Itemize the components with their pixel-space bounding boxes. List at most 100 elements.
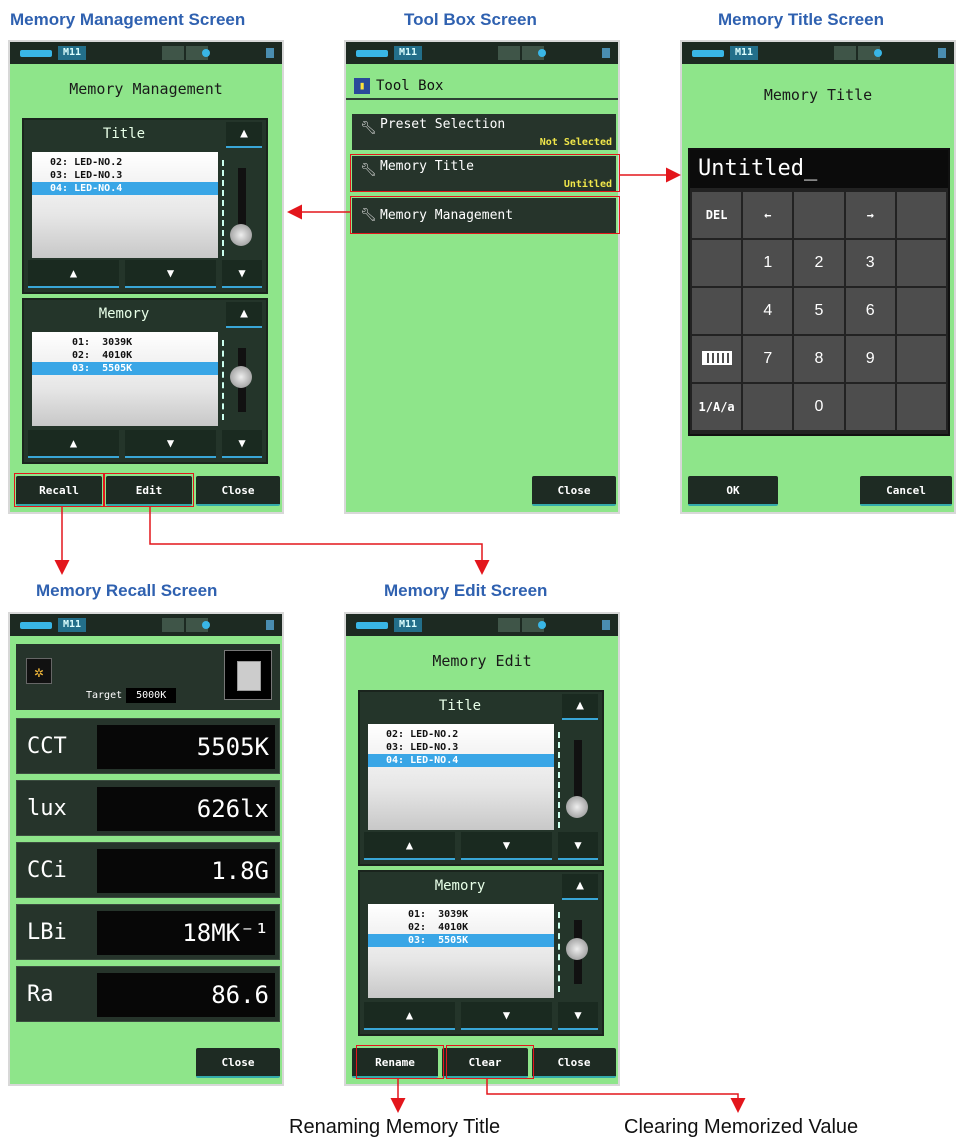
key-blank[interactable] xyxy=(692,240,742,286)
memory-indicator: M11 xyxy=(394,46,422,60)
screen-title: Memory Title xyxy=(763,86,873,104)
memory-indicator: M11 xyxy=(58,46,86,60)
scroll-top-button[interactable]: ▲ xyxy=(226,122,262,148)
up-button[interactable]: ▲ xyxy=(28,430,119,458)
down-button[interactable]: ▼ xyxy=(125,260,216,288)
list-item-selected[interactable]: 03: 5505K xyxy=(32,362,218,375)
close-button[interactable]: Close xyxy=(532,476,616,506)
panel-nav: ▲ ▼ ▼ xyxy=(28,430,262,458)
scroll-bottom-button[interactable]: ▼ xyxy=(558,1002,598,1030)
key-left[interactable]: ← xyxy=(743,192,793,238)
ok-button[interactable]: OK xyxy=(688,476,778,506)
key-blank[interactable] xyxy=(743,384,793,430)
key-2[interactable]: 2 xyxy=(794,240,844,286)
close-button[interactable]: Close xyxy=(532,1048,616,1078)
list-item[interactable]: 02: LED-NO.2 xyxy=(32,156,218,169)
panel-nav: ▲ ▼ ▼ xyxy=(364,832,598,860)
title-list[interactable]: 02: LED-NO.2 03: LED-NO.3 04: LED-NO.4 xyxy=(32,152,218,258)
scroll-top-button[interactable]: ▲ xyxy=(226,302,262,328)
highlight-memory-title xyxy=(350,154,620,192)
down-button[interactable]: ▼ xyxy=(461,832,552,860)
scrollbar[interactable] xyxy=(222,340,258,420)
rename-caption: Renaming Memory Title xyxy=(289,1116,501,1138)
close-button[interactable]: Close xyxy=(196,476,280,506)
memory-list[interactable]: 01: 3039K 02: 4010K 03: 5505K xyxy=(32,332,218,426)
list-item[interactable]: 01: 3039K xyxy=(32,336,218,349)
key-blank[interactable] xyxy=(896,336,946,382)
battery-icon xyxy=(356,622,388,629)
key-4[interactable]: 4 xyxy=(743,288,793,334)
key-7[interactable]: 7 xyxy=(743,336,793,382)
memory-management-screen: M11 Memory Management Title ▲ 02: LED-NO… xyxy=(8,40,284,514)
scroll-knob-icon[interactable] xyxy=(566,938,588,960)
key-blank[interactable] xyxy=(896,240,946,286)
list-item[interactable]: 03: LED-NO.3 xyxy=(368,741,554,754)
highlight-rename xyxy=(356,1045,444,1079)
scroll-knob-icon[interactable] xyxy=(566,796,588,818)
measurement-label: lux xyxy=(27,796,67,821)
highlight-edit xyxy=(104,473,194,507)
key-right[interactable]: → xyxy=(845,192,895,238)
key-blank[interactable] xyxy=(896,288,946,334)
down-button[interactable]: ▼ xyxy=(125,430,216,458)
scroll-knob-icon[interactable] xyxy=(230,224,252,246)
panel-title: Title xyxy=(102,126,146,142)
cancel-button[interactable]: Cancel xyxy=(860,476,952,506)
screen-title: Tool Box xyxy=(346,72,618,100)
up-button[interactable]: ▲ xyxy=(364,1002,455,1030)
memory-indicator: M11 xyxy=(394,618,422,632)
memory-panel: Memory ▲ 01: 3039K 02: 4010K 03: 5505K ▲… xyxy=(22,298,268,464)
scrollbar[interactable] xyxy=(558,732,594,828)
scroll-top-button[interactable]: ▲ xyxy=(562,874,598,900)
title-input[interactable]: Untitled_ xyxy=(690,150,948,188)
clear-caption: Clearing Memorized Value xyxy=(624,1116,859,1138)
measurement-mode-icon[interactable] xyxy=(224,650,272,700)
key-del[interactable]: DEL xyxy=(692,192,742,238)
target-readout: Target 5000K xyxy=(86,688,177,703)
up-button[interactable]: ▲ xyxy=(28,260,119,288)
key-9[interactable]: 9 xyxy=(845,336,895,382)
list-item-selected[interactable]: 04: LED-NO.4 xyxy=(368,754,554,767)
key-8[interactable]: 8 xyxy=(794,336,844,382)
list-item-selected[interactable]: 04: LED-NO.4 xyxy=(32,182,218,195)
light-icon xyxy=(202,49,210,57)
power-icon xyxy=(602,620,610,630)
scrollbar[interactable] xyxy=(222,160,258,256)
title-list[interactable]: 02: LED-NO.2 03: LED-NO.3 04: LED-NO.4 xyxy=(368,724,554,830)
key-5[interactable]: 5 xyxy=(794,288,844,334)
scroll-bottom-button[interactable]: ▼ xyxy=(222,430,262,458)
key-mode[interactable]: 1/A/a xyxy=(692,384,742,430)
menu-item-preset-selection[interactable]: 🔧︎ Preset Selection Not Selected xyxy=(352,114,616,150)
key-blank[interactable] xyxy=(845,384,895,430)
key-blank[interactable] xyxy=(794,192,844,238)
key-6[interactable]: 6 xyxy=(845,288,895,334)
battery-icon xyxy=(356,50,388,57)
key-0[interactable]: 0 xyxy=(794,384,844,430)
key-1[interactable]: 1 xyxy=(743,240,793,286)
memory-list[interactable]: 01: 3039K 02: 4010K 03: 5505K xyxy=(368,904,554,998)
light-source-icon[interactable]: ✲ xyxy=(26,658,52,684)
list-item[interactable]: 01: 3039K xyxy=(368,908,554,921)
key-blank[interactable] xyxy=(692,288,742,334)
scroll-top-button[interactable]: ▲ xyxy=(562,694,598,720)
down-button[interactable]: ▼ xyxy=(461,1002,552,1030)
scrollbar[interactable] xyxy=(558,912,594,992)
list-item[interactable]: 02: LED-NO.2 xyxy=(368,728,554,741)
close-button[interactable]: Close xyxy=(196,1048,280,1078)
up-button[interactable]: ▲ xyxy=(364,832,455,860)
list-item[interactable]: 03: LED-NO.3 xyxy=(32,169,218,182)
screen-title: Memory Edit xyxy=(432,652,532,670)
scroll-bottom-button[interactable]: ▼ xyxy=(222,260,262,288)
list-item[interactable]: 02: 4010K xyxy=(32,349,218,362)
list-item[interactable]: 02: 4010K xyxy=(368,921,554,934)
tool-box-screen: M11 ▮ Tool Box 🔧︎ Preset Selection Not Sel… xyxy=(344,40,620,514)
light-icon xyxy=(538,49,546,57)
key-3[interactable]: 3 xyxy=(845,240,895,286)
scroll-bottom-button[interactable]: ▼ xyxy=(558,832,598,860)
scroll-knob-icon[interactable] xyxy=(230,366,252,388)
power-icon xyxy=(602,48,610,58)
list-item-selected[interactable]: 03: 5505K xyxy=(368,934,554,947)
keyboard-icon[interactable] xyxy=(692,336,742,382)
key-blank[interactable] xyxy=(896,192,946,238)
key-blank[interactable] xyxy=(896,384,946,430)
